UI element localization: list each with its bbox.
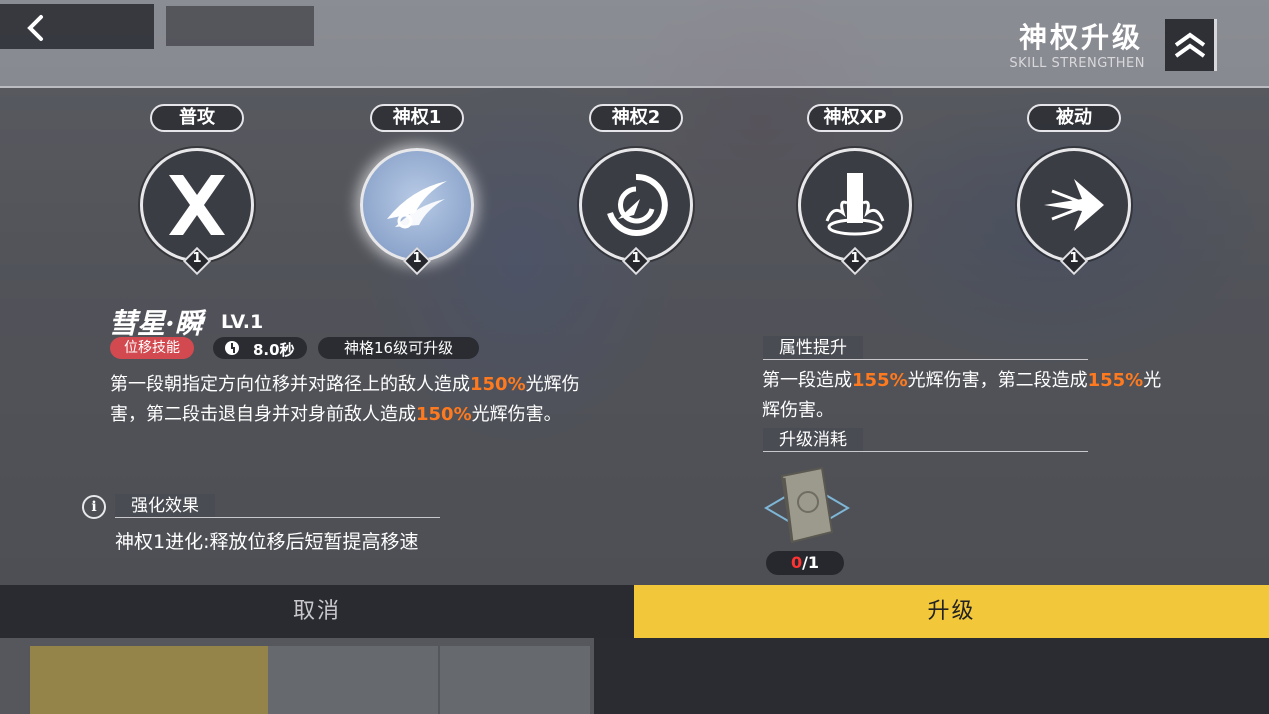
attr-text: 第一段造成 bbox=[762, 370, 852, 391]
skill-tab-basic-attack[interactable]: 普攻 1 bbox=[127, 104, 267, 276]
page-title: 神权升级 bbox=[1018, 21, 1143, 54]
enhance-section-title: 强化效果 bbox=[115, 494, 215, 518]
burst-arrow-icon bbox=[1044, 179, 1104, 231]
item-have: 0 bbox=[790, 553, 803, 572]
skill-tab-label: 神权2 bbox=[589, 104, 683, 132]
skill-icon-frame bbox=[579, 148, 693, 262]
light-pillar-icon bbox=[825, 173, 885, 236]
upgrade-button[interactable]: 升级 bbox=[634, 585, 1269, 638]
skill-icon-frame bbox=[140, 148, 254, 262]
cost-item[interactable] bbox=[762, 462, 852, 552]
desc-text: 第一段朝指定方向位移并对路径上的敌人造成 bbox=[110, 374, 470, 395]
attribute-description: 第一段造成155%光辉伤害，第二段造成155%光 辉伤害。 bbox=[762, 366, 1222, 426]
upgrade-requirement-tag: 神格16级可升级 bbox=[318, 337, 480, 359]
section-divider bbox=[763, 451, 1088, 452]
skill-tab-passive[interactable]: 被动 1 bbox=[1004, 104, 1144, 276]
back-arrow-icon bbox=[27, 15, 43, 41]
skill-name: 彗星·瞬 bbox=[109, 307, 203, 340]
skill-level-badge: 1 bbox=[840, 246, 870, 276]
skill-level-badge: 1 bbox=[1059, 246, 1089, 276]
page-subtitle: SKILL STRENGTHEN bbox=[1009, 56, 1145, 71]
desc-highlight: 150% bbox=[470, 374, 526, 395]
desc-highlight: 150% bbox=[416, 404, 472, 425]
skill-tab-label: 神权1 bbox=[370, 104, 464, 132]
skill-icon-frame bbox=[360, 148, 474, 262]
attr-text: 光辉伤害，第二段造成 bbox=[907, 370, 1088, 391]
skill-description: 第一段朝指定方向位移并对路径上的敌人造成150%光辉伤 害，第二段击退自身并对身… bbox=[110, 370, 650, 430]
skill-tab-skill1[interactable]: 神权1 1 bbox=[347, 104, 487, 276]
comet-dash-icon bbox=[387, 181, 447, 229]
skill-level-badge: 1 bbox=[621, 246, 651, 276]
collapse-button[interactable] bbox=[1165, 19, 1217, 71]
skill-level-badge: 1 bbox=[402, 246, 432, 276]
enhance-text: 神权1进化:释放位移后短暂提高移速 bbox=[115, 531, 419, 553]
skill-tab-label: 普攻 bbox=[150, 104, 244, 132]
section-divider bbox=[763, 359, 1088, 360]
blurred-bottom-bar bbox=[0, 638, 1269, 714]
double-chevron-up-icon bbox=[1174, 32, 1206, 58]
skill-icon-frame bbox=[1017, 148, 1131, 262]
attr-highlight: 155% bbox=[852, 370, 908, 391]
skill-tab-label: 神权XP bbox=[807, 104, 903, 132]
cancel-button[interactable]: 取消 bbox=[0, 585, 634, 638]
section-divider bbox=[115, 517, 440, 518]
skill-tab-skill-xp[interactable]: 神权XP 1 bbox=[785, 104, 925, 276]
desc-text: 光辉伤害。 bbox=[471, 404, 562, 425]
skill-level: LV.1 bbox=[221, 311, 264, 333]
skill-icon-frame bbox=[798, 148, 912, 262]
info-icon[interactable]: i bbox=[82, 495, 106, 519]
skill-tab-label: 被动 bbox=[1027, 104, 1121, 132]
cooldown-tag: 8.0秒 bbox=[213, 337, 307, 359]
skill-level-badge: 1 bbox=[182, 246, 212, 276]
skill-book-icon bbox=[764, 466, 850, 544]
skill-type-tag: 位移技能 bbox=[110, 337, 194, 359]
top-bar: 神权升级 SKILL STRENGTHEN bbox=[0, 0, 1269, 88]
back-button[interactable] bbox=[0, 4, 154, 49]
cost-section-title: 升级消耗 bbox=[763, 428, 863, 452]
attribute-section-title: 属性提升 bbox=[763, 336, 863, 360]
clock-icon bbox=[225, 341, 239, 355]
attr-highlight: 155% bbox=[1087, 370, 1144, 391]
skill-tab-skill2[interactable]: 神权2 1 bbox=[566, 104, 706, 276]
blurred-background-button bbox=[166, 6, 314, 46]
cooldown-value: 8.0秒 bbox=[253, 341, 295, 359]
item-count: 0/1 bbox=[766, 551, 844, 575]
crossed-blades-icon bbox=[169, 175, 225, 235]
swirl-slash-icon bbox=[607, 173, 668, 236]
item-need: /1 bbox=[802, 553, 820, 572]
